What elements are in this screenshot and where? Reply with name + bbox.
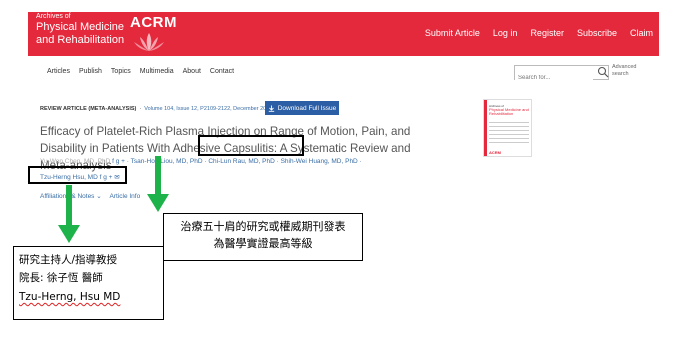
annotation-investigator-line2: 院長: 徐子恆 醫師	[19, 272, 103, 285]
search-input[interactable]	[515, 71, 593, 85]
journal-logo-line1: Archives of	[36, 13, 71, 20]
nav-articles[interactable]: Articles	[47, 68, 70, 75]
login-link[interactable]: Log in	[493, 28, 518, 38]
meta-separator: ·	[139, 106, 142, 112]
journal-cover[interactable]: Archives of Physical Medicine and Rehabi…	[483, 99, 532, 157]
acrm-logo[interactable]: ACRM	[130, 14, 177, 31]
download-label: Download Full Issue	[277, 104, 337, 112]
nav-topics[interactable]: Topics	[111, 68, 131, 75]
download-full-issue-button[interactable]: Download Full Issue	[265, 101, 339, 115]
annotation-investigator-line3: Tzu-Herng, Hsu MD	[19, 290, 121, 303]
search-icon[interactable]	[597, 66, 609, 78]
article-meta: REVIEW ARTICLE (META-ANALYSIS) · Volume …	[40, 106, 272, 112]
nav-publish[interactable]: Publish	[79, 68, 102, 75]
nav-multimedia[interactable]: Multimedia	[140, 68, 174, 75]
advanced-search-link[interactable]: Advanced search	[612, 64, 642, 77]
arrow-down-icon	[147, 156, 169, 212]
annotation-evidence-line1: 治療五十肩的研究或權威期刊發表	[180, 220, 346, 233]
search-box	[514, 65, 609, 85]
main-nav: Articles Publish Topics Multimedia About…	[47, 68, 234, 75]
top-nav: Submit Article Log in Register Subscribe…	[425, 28, 653, 38]
annotation-evidence-line2: 為醫學實證最高等級	[213, 236, 313, 250]
submit-article-link[interactable]: Submit Article	[425, 28, 480, 38]
journal-logo[interactable]: Archives of Physical Medicine and Rehabi…	[36, 13, 124, 46]
annotation-investigator-line1: 研究主持人/指導教授	[19, 254, 118, 266]
article-type: REVIEW ARTICLE (META-ANALYSIS)	[40, 106, 137, 112]
download-icon	[268, 105, 274, 112]
volume-link[interactable]: Volume 104, Issue 12, P2109-2122, Decemb…	[144, 106, 272, 112]
site-header: Archives of Physical Medicine and Rehabi…	[28, 12, 659, 56]
annotation-evidence: 治療五十肩的研究或權威期刊發表 為醫學實證最高等級	[163, 213, 363, 261]
highlight-box-author	[28, 166, 127, 184]
annotation-investigator: 研究主持人/指導教授 院長: 徐子恆 醫師 Tzu-Herng, Hsu MD	[13, 246, 164, 320]
cover-lines	[489, 122, 529, 146]
cover-title: Physical Medicine and Rehabilitation	[489, 107, 529, 117]
journal-logo-line2: Physical Medicine	[36, 21, 125, 34]
chevron-down-icon[interactable]: ⌄	[96, 193, 101, 200]
cover-brand: ACRM	[489, 150, 501, 155]
highlight-box-topic	[198, 135, 304, 156]
register-link[interactable]: Register	[530, 28, 564, 38]
nav-about[interactable]: About	[183, 68, 201, 75]
nav-contact[interactable]: Contact	[210, 68, 234, 75]
claim-link[interactable]: Claim	[630, 28, 653, 38]
cover-band	[484, 100, 487, 156]
subscribe-link[interactable]: Subscribe	[577, 28, 617, 38]
author-first[interactable]: Yu-Wen Chen, MD, PhD	[40, 158, 110, 165]
article-info-link[interactable]: Article Info	[110, 193, 141, 200]
article-links: Affiliations & Notes ⌄ Article Info	[40, 192, 140, 200]
author-marks: f g +	[112, 158, 125, 165]
arrow-down-icon	[58, 185, 80, 243]
journal-logo-line3: and Rehabilitation	[36, 33, 125, 46]
lotus-icon	[134, 33, 164, 51]
